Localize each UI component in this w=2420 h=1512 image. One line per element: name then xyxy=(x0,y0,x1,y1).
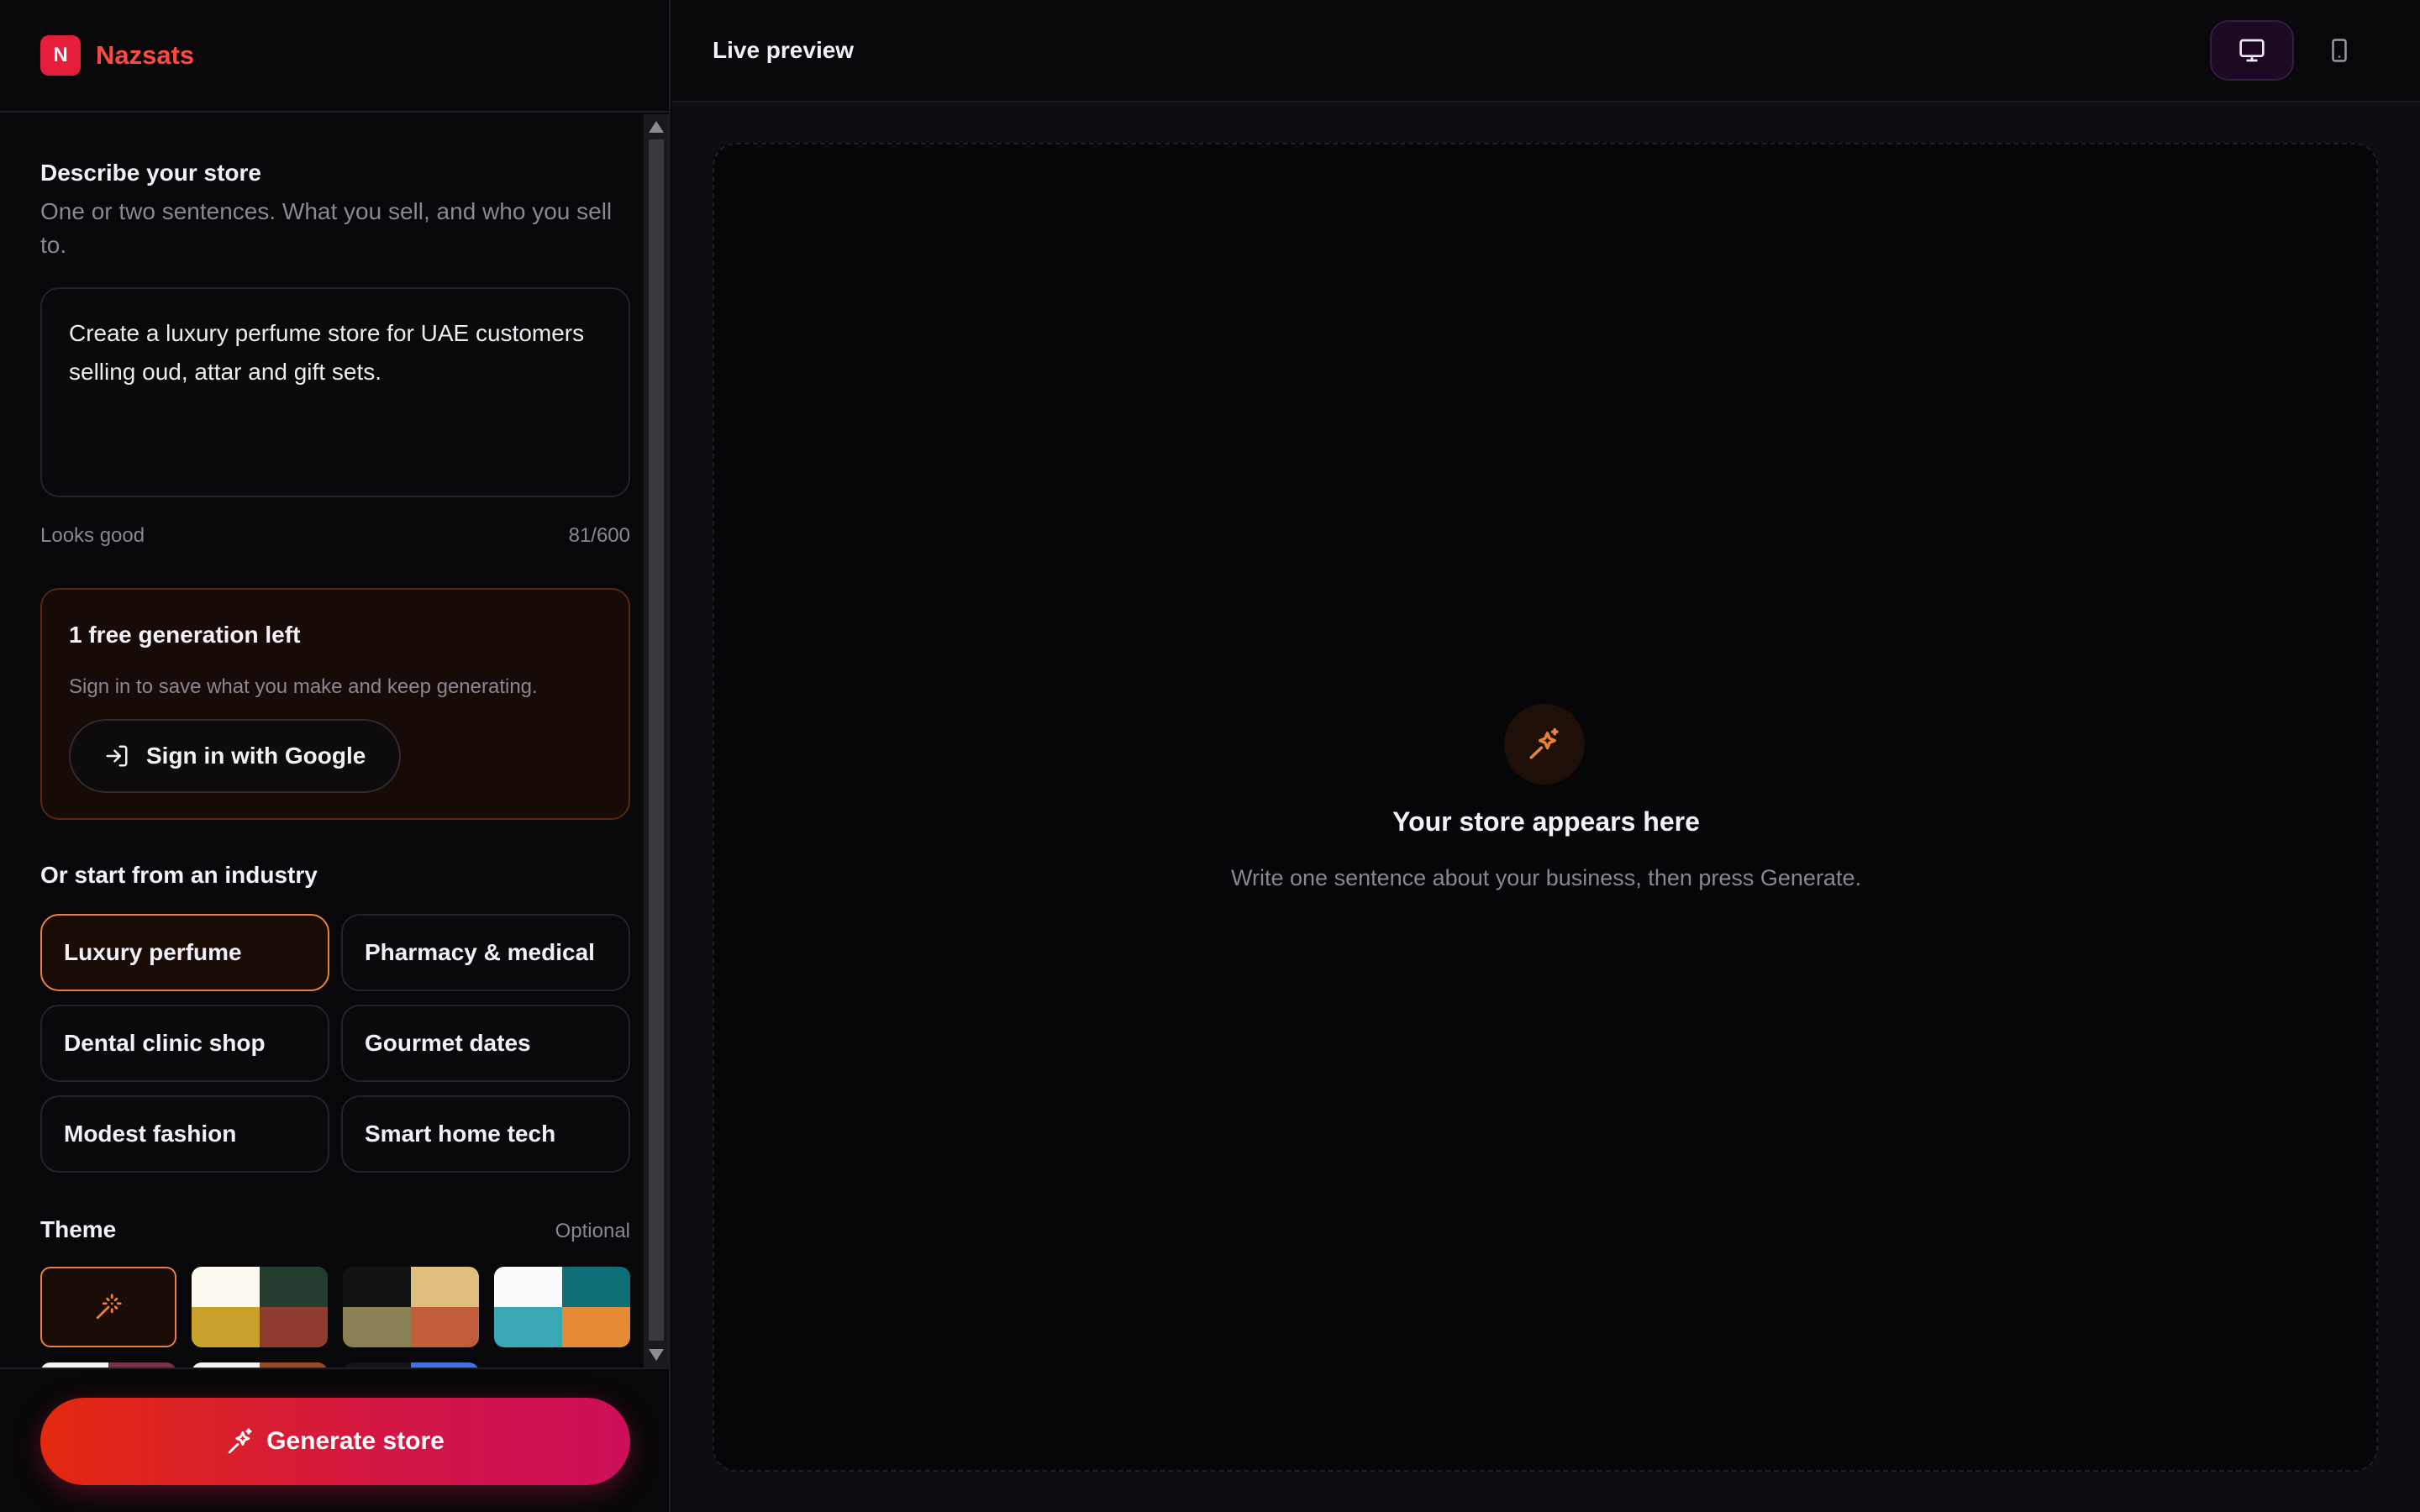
magic-wand-icon xyxy=(96,1294,122,1320)
empty-state-subtitle: Write one sentence about your business, … xyxy=(1231,865,1861,890)
scroll-down-arrow-icon[interactable] xyxy=(649,1349,664,1361)
main-preview-panel: Live preview Your store appears here Wri… xyxy=(672,0,2420,1512)
free-generation-card: 1 free generation left Sign in to save w… xyxy=(40,588,630,820)
theme-title: Theme xyxy=(40,1216,117,1242)
generate-store-button[interactable]: Generate store xyxy=(40,1398,630,1485)
preview-title: Live preview xyxy=(713,37,855,63)
theme-swatch[interactable] xyxy=(192,1267,328,1347)
brand-bar: N Nazsats xyxy=(0,0,669,113)
scroll-up-arrow-icon[interactable] xyxy=(649,121,664,133)
smartphone-icon xyxy=(2332,39,2347,62)
desktop-view-button[interactable] xyxy=(2210,20,2294,81)
industry-chip-pharmacy-medical[interactable]: Pharmacy & medical xyxy=(341,914,630,991)
describe-subtitle: One or two sentences. What you sell, and… xyxy=(40,198,613,258)
monitor-icon xyxy=(2239,39,2265,62)
industry-chip-dental-clinic-shop[interactable]: Dental clinic shop xyxy=(40,1005,329,1082)
empty-state-badge xyxy=(1504,704,1585,785)
free-generation-title: 1 free generation left xyxy=(69,622,301,648)
industry-chip-smart-home-tech[interactable]: Smart home tech xyxy=(341,1095,630,1173)
mobile-view-button[interactable] xyxy=(2306,20,2373,81)
theme-swatch[interactable] xyxy=(343,1267,479,1347)
character-count: 81/600 xyxy=(568,524,630,547)
generate-store-label: Generate store xyxy=(266,1427,445,1455)
sparkles-icon xyxy=(228,1428,252,1454)
sign-in-icon xyxy=(106,745,128,767)
footer-divider xyxy=(0,1368,669,1369)
free-generation-subtitle: Sign in to save what you make and keep g… xyxy=(69,675,538,698)
sidebar-scroll-area: Describe your store One or two sentences… xyxy=(0,114,644,1368)
sign-in-label: Sign in with Google xyxy=(146,743,366,769)
sign-in-google-button[interactable]: Sign in with Google xyxy=(69,719,402,793)
preview-header: Live preview xyxy=(672,0,2420,102)
sidebar-scrollbar[interactable] xyxy=(644,114,669,1368)
industry-title: Or start from an industry xyxy=(40,862,318,888)
industry-chip-modest-fashion[interactable]: Modest fashion xyxy=(40,1095,329,1173)
brand-name[interactable]: Nazsats xyxy=(96,40,194,71)
validation-status: Looks good xyxy=(40,524,145,547)
theme-swatch[interactable] xyxy=(494,1267,630,1347)
describe-title: Describe your store xyxy=(40,160,261,186)
logo[interactable]: N xyxy=(40,35,81,76)
industry-chip-luxury-perfume[interactable]: Luxury perfume xyxy=(40,914,329,991)
theme-swatch-auto[interactable] xyxy=(40,1267,176,1347)
industry-chip-gourmet-dates[interactable]: Gourmet dates xyxy=(341,1005,630,1082)
theme-optional-label: Optional xyxy=(555,1220,630,1242)
sparkles-icon xyxy=(1529,727,1559,759)
store-description-input[interactable]: Create a luxury perfume store for UAE cu… xyxy=(40,287,630,497)
empty-state-title: Your store appears here xyxy=(1392,806,1700,837)
sidebar: N Nazsats Describe your store One or two… xyxy=(0,0,671,1512)
scrollbar-thumb[interactable] xyxy=(649,139,664,1341)
